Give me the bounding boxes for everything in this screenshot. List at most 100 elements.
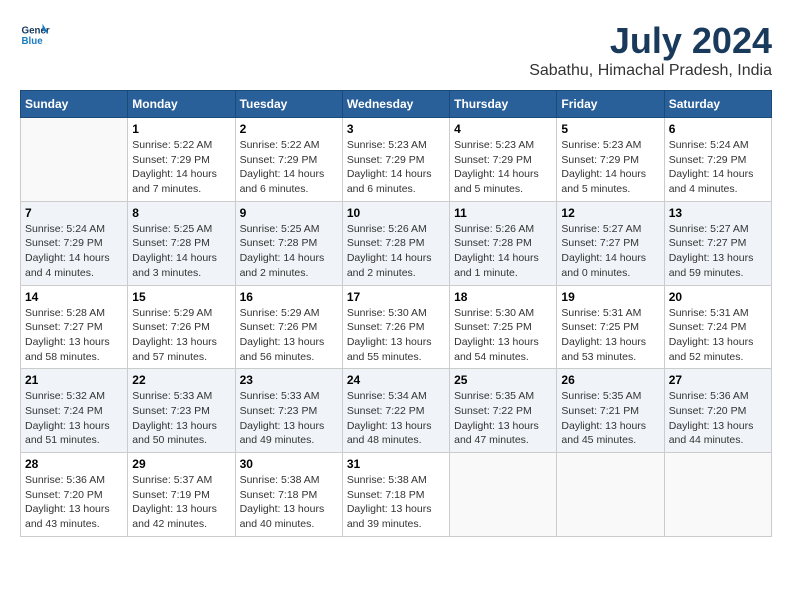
day-number: 20 — [669, 290, 767, 304]
logo: General Blue — [20, 20, 50, 50]
table-row — [664, 453, 771, 537]
table-row: 11 Sunrise: 5:26 AM Sunset: 7:28 PM Dayli… — [450, 201, 557, 285]
day-number: 24 — [347, 373, 445, 387]
header-thursday: Thursday — [450, 91, 557, 118]
day-number: 1 — [132, 122, 230, 136]
logo-icon: General Blue — [20, 20, 50, 50]
table-row — [450, 453, 557, 537]
weekday-header-row: Sunday Monday Tuesday Wednesday Thursday… — [21, 91, 772, 118]
calendar-week-row: 28Sunrise: 5:36 AM Sunset: 7:20 PM Dayli… — [21, 453, 772, 537]
day-number: 28 — [25, 457, 123, 471]
day-info: Sunrise: 5:30 AM Sunset: 7:26 PM Dayligh… — [347, 306, 445, 365]
day-info: Sunrise: 5:36 AM Sunset: 7:20 PM Dayligh… — [669, 389, 767, 448]
table-row: 17 Sunrise: 5:30 AM Sunset: 7:26 PM Dayli… — [342, 285, 449, 369]
day-info: Sunrise: 5:32 AM Sunset: 7:24 PM Dayligh… — [25, 389, 123, 448]
table-row: 14 Sunrise: 5:28 AM Sunset: 7:27 PM Dayli… — [21, 285, 128, 369]
calendar-week-row: 14 Sunrise: 5:28 AM Sunset: 7:27 PM Dayli… — [21, 285, 772, 369]
day-number: 15 — [132, 290, 230, 304]
table-row: 12Sunrise: 5:27 AM Sunset: 7:27 PM Dayli… — [557, 201, 664, 285]
day-number: 22 — [132, 373, 230, 387]
header-tuesday: Tuesday — [235, 91, 342, 118]
table-row: 7Sunrise: 5:24 AM Sunset: 7:29 PM Daylig… — [21, 201, 128, 285]
header-friday: Friday — [557, 91, 664, 118]
day-number: 2 — [240, 122, 338, 136]
day-info: Sunrise: 5:26 AM Sunset: 7:28 PM Dayligh… — [454, 222, 552, 281]
table-row: 21 Sunrise: 5:32 AM Sunset: 7:24 PM Dayli… — [21, 369, 128, 453]
day-number: 10 — [347, 206, 445, 220]
day-number: 31 — [347, 457, 445, 471]
day-number: 21 — [25, 373, 123, 387]
table-row: 23 Sunrise: 5:33 AM Sunset: 7:23 PM Dayli… — [235, 369, 342, 453]
day-info: Sunrise: 5:26 AM Sunset: 7:28 PM Dayligh… — [347, 222, 445, 281]
day-number: 6 — [669, 122, 767, 136]
table-row: 13 Sunrise: 5:27 AM Sunset: 7:27 PM Dayli… — [664, 201, 771, 285]
table-row: 27 Sunrise: 5:36 AM Sunset: 7:20 PM Dayli… — [664, 369, 771, 453]
day-number: 19 — [561, 290, 659, 304]
table-row: 4Sunrise: 5:23 AM Sunset: 7:29 PM Daylig… — [450, 118, 557, 202]
day-info: Sunrise: 5:33 AM Sunset: 7:23 PM Dayligh… — [240, 389, 338, 448]
month-title: July 2024 — [529, 20, 772, 62]
day-number: 9 — [240, 206, 338, 220]
table-row: 20 Sunrise: 5:31 AM Sunset: 7:24 PM Dayli… — [664, 285, 771, 369]
day-info: Sunrise: 5:22 AM Sunset: 7:29 PM Dayligh… — [132, 138, 230, 197]
table-row: 2Sunrise: 5:22 AM Sunset: 7:29 PM Daylig… — [235, 118, 342, 202]
header-sunday: Sunday — [21, 91, 128, 118]
table-row: 29Sunrise: 5:37 AM Sunset: 7:19 PM Dayli… — [128, 453, 235, 537]
day-number: 18 — [454, 290, 552, 304]
table-row: 9 Sunrise: 5:25 AM Sunset: 7:28 PM Daylig… — [235, 201, 342, 285]
table-row: 28Sunrise: 5:36 AM Sunset: 7:20 PM Dayli… — [21, 453, 128, 537]
table-row: 10 Sunrise: 5:26 AM Sunset: 7:28 PM Dayli… — [342, 201, 449, 285]
calendar-week-row: 7Sunrise: 5:24 AM Sunset: 7:29 PM Daylig… — [21, 201, 772, 285]
table-row — [557, 453, 664, 537]
table-row: 19 Sunrise: 5:31 AM Sunset: 7:25 PM Dayli… — [557, 285, 664, 369]
header-monday: Monday — [128, 91, 235, 118]
table-row: 6 Sunrise: 5:24 AM Sunset: 7:29 PM Daylig… — [664, 118, 771, 202]
day-info: Sunrise: 5:35 AM Sunset: 7:22 PM Dayligh… — [454, 389, 552, 448]
table-row: 3Sunrise: 5:23 AM Sunset: 7:29 PM Daylig… — [342, 118, 449, 202]
table-row: 1 Sunrise: 5:22 AM Sunset: 7:29 PM Daylig… — [128, 118, 235, 202]
day-info: Sunrise: 5:29 AM Sunset: 7:26 PM Dayligh… — [132, 306, 230, 365]
day-info: Sunrise: 5:23 AM Sunset: 7:29 PM Dayligh… — [454, 138, 552, 197]
table-row: 18Sunrise: 5:30 AM Sunset: 7:25 PM Dayli… — [450, 285, 557, 369]
day-info: Sunrise: 5:31 AM Sunset: 7:24 PM Dayligh… — [669, 306, 767, 365]
table-row: 30Sunrise: 5:38 AM Sunset: 7:18 PM Dayli… — [235, 453, 342, 537]
svg-text:Blue: Blue — [22, 36, 44, 47]
calendar-week-row: 1 Sunrise: 5:22 AM Sunset: 7:29 PM Daylig… — [21, 118, 772, 202]
calendar-week-row: 21 Sunrise: 5:32 AM Sunset: 7:24 PM Dayli… — [21, 369, 772, 453]
day-info: Sunrise: 5:27 AM Sunset: 7:27 PM Dayligh… — [669, 222, 767, 281]
table-row: 31 Sunrise: 5:38 AM Sunset: 7:18 PM Dayli… — [342, 453, 449, 537]
day-info: Sunrise: 5:38 AM Sunset: 7:18 PM Dayligh… — [347, 473, 445, 532]
header-wednesday: Wednesday — [342, 91, 449, 118]
day-info: Sunrise: 5:24 AM Sunset: 7:29 PM Dayligh… — [669, 138, 767, 197]
table-row: 26Sunrise: 5:35 AM Sunset: 7:21 PM Dayli… — [557, 369, 664, 453]
title-area: July 2024 Sabathu, Himachal Pradesh, Ind… — [529, 20, 772, 80]
table-row: 5 Sunrise: 5:23 AM Sunset: 7:29 PM Daylig… — [557, 118, 664, 202]
day-info: Sunrise: 5:25 AM Sunset: 7:28 PM Dayligh… — [240, 222, 338, 281]
day-info: Sunrise: 5:37 AM Sunset: 7:19 PM Dayligh… — [132, 473, 230, 532]
table-row: 8Sunrise: 5:25 AM Sunset: 7:28 PM Daylig… — [128, 201, 235, 285]
day-number: 27 — [669, 373, 767, 387]
day-number: 26 — [561, 373, 659, 387]
day-number: 11 — [454, 206, 552, 220]
day-number: 5 — [561, 122, 659, 136]
day-number: 25 — [454, 373, 552, 387]
table-row: 24 Sunrise: 5:34 AM Sunset: 7:22 PM Dayli… — [342, 369, 449, 453]
day-number: 14 — [25, 290, 123, 304]
table-row: 15 Sunrise: 5:29 AM Sunset: 7:26 PM Dayli… — [128, 285, 235, 369]
header-saturday: Saturday — [664, 91, 771, 118]
day-number: 30 — [240, 457, 338, 471]
location-title: Sabathu, Himachal Pradesh, India — [529, 62, 772, 80]
calendar-table: Sunday Monday Tuesday Wednesday Thursday… — [20, 90, 772, 537]
day-number: 12 — [561, 206, 659, 220]
day-info: Sunrise: 5:31 AM Sunset: 7:25 PM Dayligh… — [561, 306, 659, 365]
header: General Blue July 2024 Sabathu, Himachal… — [20, 20, 772, 80]
day-number: 16 — [240, 290, 338, 304]
day-info: Sunrise: 5:23 AM Sunset: 7:29 PM Dayligh… — [561, 138, 659, 197]
day-number: 13 — [669, 206, 767, 220]
day-info: Sunrise: 5:34 AM Sunset: 7:22 PM Dayligh… — [347, 389, 445, 448]
day-info: Sunrise: 5:28 AM Sunset: 7:27 PM Dayligh… — [25, 306, 123, 365]
day-number: 17 — [347, 290, 445, 304]
day-info: Sunrise: 5:23 AM Sunset: 7:29 PM Dayligh… — [347, 138, 445, 197]
table-row — [21, 118, 128, 202]
day-number: 23 — [240, 373, 338, 387]
